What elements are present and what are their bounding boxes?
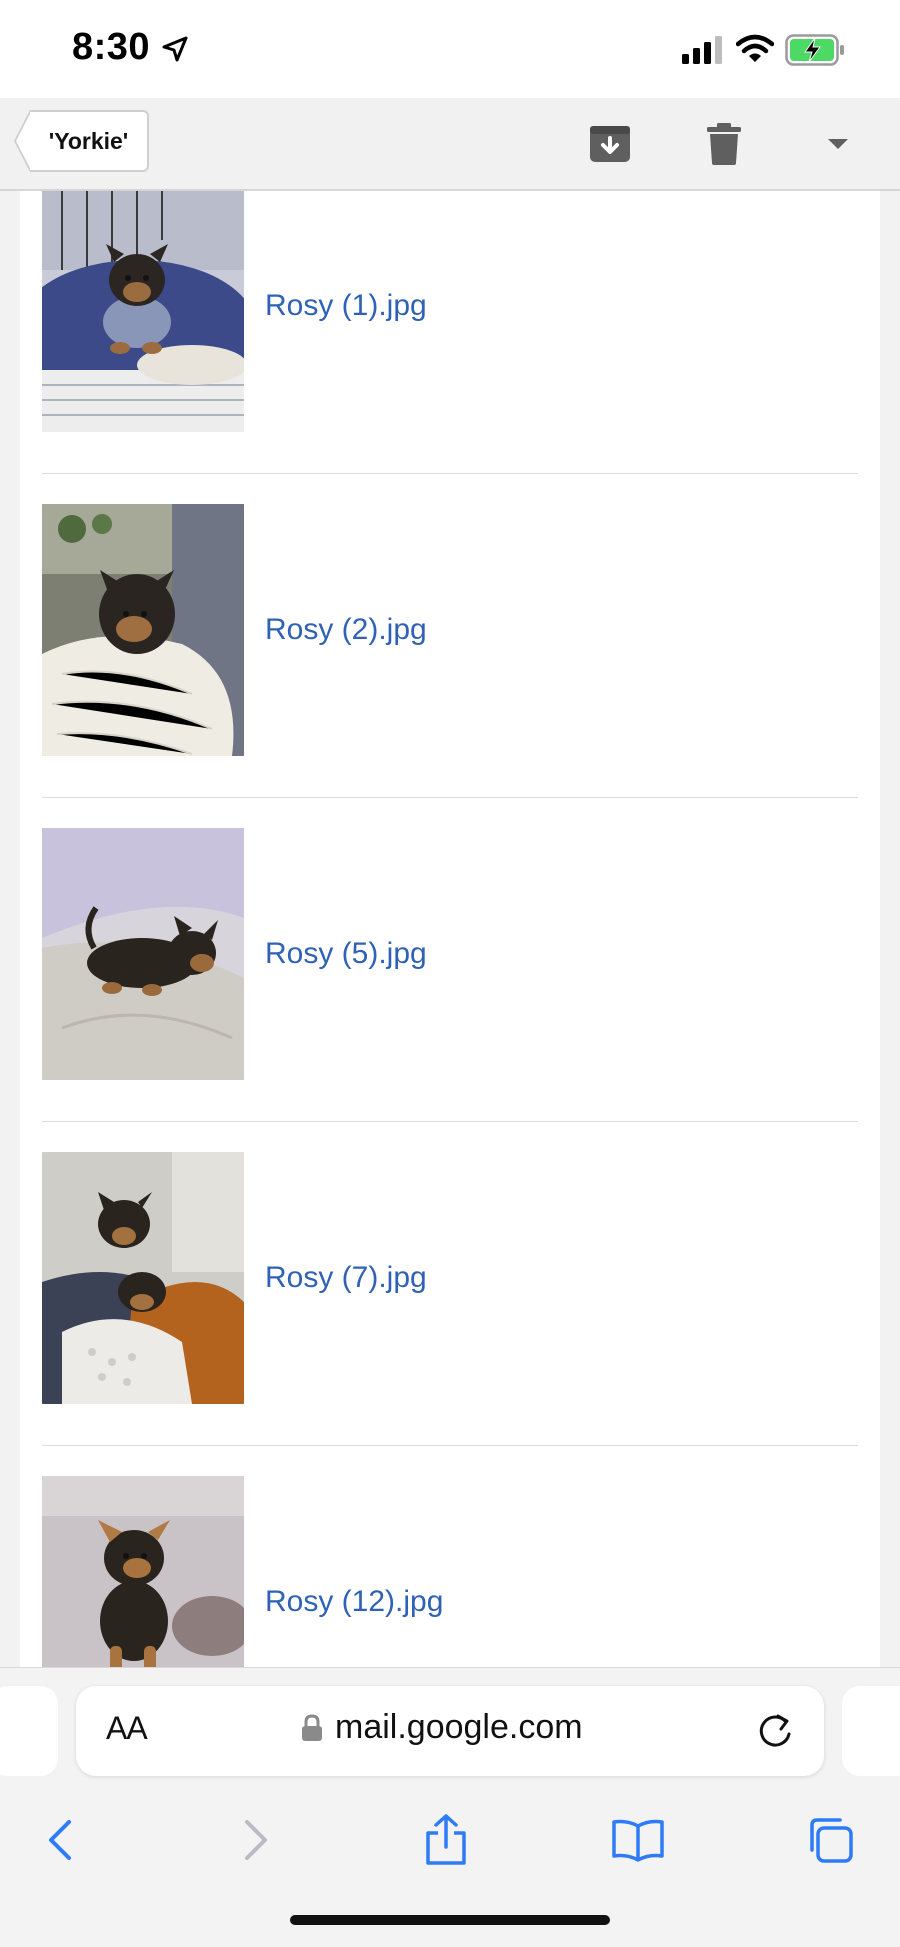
safari-toolbar: AA mail.google.com (0, 1667, 900, 1947)
attachment-list: Rosy (1).jpg Rosy (2).jpg Rosy (5).jpg R… (20, 191, 880, 1667)
attachment-list-panel: Rosy (1).jpg Rosy (2).jpg Rosy (5).jpg R… (20, 191, 880, 1667)
lock-icon (302, 1713, 322, 1741)
forward-button[interactable] (224, 1808, 288, 1872)
forward-icon (245, 1820, 267, 1860)
delete-button[interactable] (696, 116, 752, 172)
yorkie-photo-image (42, 191, 244, 432)
address-bar[interactable]: AA mail.google.com (76, 1686, 824, 1776)
chip-notch-inner (16, 112, 31, 170)
home-indicator[interactable] (290, 1915, 610, 1925)
attachment-thumbnail[interactable] (42, 828, 244, 1080)
attachment-row[interactable]: Rosy (5).jpg (42, 798, 858, 1122)
attachment-row[interactable]: Rosy (12).jpg (42, 1446, 858, 1667)
attachment-thumbnail[interactable] (42, 504, 244, 756)
wifi-icon (736, 34, 774, 62)
location-arrow-icon (162, 36, 188, 62)
yorkie-photo-image (42, 1476, 244, 1667)
url-display[interactable]: mail.google.com (301, 1708, 583, 1747)
share-button[interactable] (414, 1808, 478, 1872)
status-bar: 8:30 (0, 0, 900, 98)
reload-icon[interactable] (756, 1710, 796, 1752)
attachment-thumbnail[interactable] (42, 1152, 244, 1404)
yorkie-photo-image (42, 504, 244, 756)
attachment-row[interactable]: Rosy (7).jpg (42, 1122, 858, 1446)
yorkie-photo-image (42, 828, 244, 1080)
yorkie-photo-image (42, 1152, 244, 1404)
previous-tab-peek[interactable] (0, 1686, 58, 1776)
mail-toolbar: 'Yorkie' (0, 98, 900, 191)
cellular-signal-icon (682, 36, 722, 64)
tabs-button[interactable] (798, 1808, 862, 1872)
url-text: mail.google.com (335, 1708, 583, 1746)
label-chip-text: 'Yorkie' (30, 110, 149, 172)
dropdown-arrow-icon (828, 139, 848, 149)
status-time: 8:30 (72, 26, 151, 68)
attachment-filename-link[interactable]: Rosy (12).jpg (265, 1585, 443, 1619)
more-actions-button[interactable] (810, 116, 866, 172)
attachment-thumbnail[interactable] (42, 1476, 244, 1667)
attachment-filename-link[interactable]: Rosy (2).jpg (265, 613, 427, 647)
text-size-button[interactable]: AA (106, 1710, 148, 1747)
attachment-filename-link[interactable]: Rosy (1).jpg (265, 289, 427, 323)
browser-nav-row (0, 1808, 900, 1878)
trash-icon (707, 123, 741, 165)
bookmarks-icon (612, 1819, 664, 1862)
back-icon (49, 1820, 71, 1860)
attachment-filename-link[interactable]: Rosy (5).jpg (265, 937, 427, 971)
screen: 8:30 'Yorkie' Rosy (1).jpg Rosy (2).jpg … (0, 0, 900, 1947)
attachment-thumbnail[interactable] (42, 191, 244, 432)
attachment-row[interactable]: Rosy (1).jpg (42, 191, 858, 474)
attachment-row[interactable]: Rosy (2).jpg (42, 474, 858, 798)
bookmarks-button[interactable] (606, 1808, 670, 1872)
back-button[interactable] (28, 1808, 92, 1872)
attachment-filename-link[interactable]: Rosy (7).jpg (265, 1261, 427, 1295)
archive-button[interactable] (582, 116, 638, 172)
tabs-icon (810, 1818, 853, 1863)
share-icon (426, 1814, 466, 1865)
battery-charging-icon (785, 34, 844, 66)
archive-icon (590, 126, 630, 162)
next-tab-peek[interactable] (842, 1686, 900, 1776)
label-back-chip[interactable]: 'Yorkie' (14, 110, 149, 172)
